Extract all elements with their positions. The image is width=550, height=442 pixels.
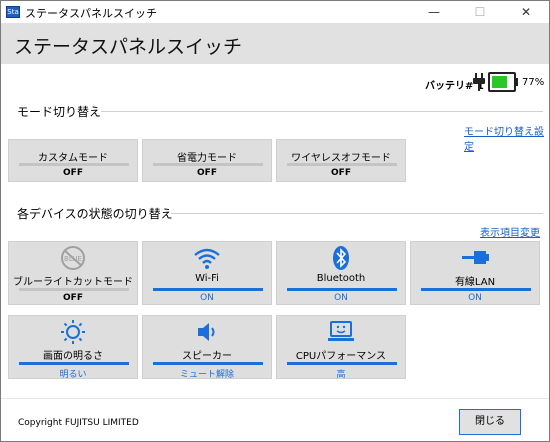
tile-state-bar [19, 288, 129, 291]
tile-state: ON [200, 293, 214, 303]
brightness-icon [61, 320, 85, 344]
battery-icon [488, 72, 516, 92]
tile-blue-light-cut[interactable]: BLUE ブルーライトカットモード OFF [8, 241, 138, 305]
bluetooth-icon [333, 246, 349, 270]
device-section-title: 各デバイスの状態の切り替え [17, 207, 173, 221]
title-bar[interactable]: Sta ステータスパネルスイッチ — ☐ ✕ [1, 1, 549, 23]
tile-label: 画面の明るさ [43, 351, 103, 362]
tile-bluetooth[interactable]: Bluetooth ON [276, 241, 406, 305]
tile-state-bar [19, 362, 129, 365]
tile-label: ブルーライトカットモード [13, 277, 133, 288]
mode-label: カスタムモード [38, 153, 108, 164]
page-title: ステータスパネルスイッチ [14, 36, 243, 58]
mode-button-custom[interactable]: カスタムモード OFF [8, 139, 138, 182]
ac-plug-icon [473, 73, 485, 91]
close-window-button[interactable]: ✕ [503, 1, 549, 23]
copyright-text: Copyright FUJITSU LIMITED [18, 418, 139, 428]
tile-label: Wi-Fi [195, 273, 219, 284]
tile-wifi[interactable]: Wi-Fi ON [142, 241, 272, 305]
mode-label: ワイヤレスオフモード [291, 153, 391, 164]
tile-label: スピーカー [182, 351, 232, 362]
app-icon: Sta [6, 6, 20, 18]
speaker-icon [198, 323, 215, 341]
mode-settings-link[interactable]: モード切り替え設定 [464, 123, 549, 153]
device-section-divider [171, 213, 543, 214]
tile-state: ON [468, 293, 482, 303]
tile-wired-lan[interactable]: 有線LAN ON [410, 241, 540, 305]
minimize-button[interactable]: — [411, 1, 457, 23]
app-window: Sta ステータスパネルスイッチ — ☐ ✕ ステータスパネルスイッチ バッテリ… [0, 0, 550, 442]
mode-section-title: モード切り替え [17, 105, 102, 119]
mode-state: OFF [63, 168, 83, 178]
blue-light-off-icon: BLUE [61, 246, 85, 270]
battery-percent: 77% [522, 77, 545, 88]
wired-lan-icon [462, 251, 489, 264]
tile-label: CPUパフォーマンス [295, 351, 387, 362]
close-button[interactable]: 閉じる [459, 409, 521, 435]
tile-state-bar [153, 288, 263, 291]
mode-state-bar [287, 163, 397, 166]
tile-label: 有線LAN [454, 277, 496, 288]
window-title: ステータスパネルスイッチ [25, 7, 157, 20]
wifi-icon [194, 248, 220, 269]
battery-level-fill [492, 76, 508, 88]
tile-state: ミュート解除 [179, 370, 234, 380]
tile-state-bar [287, 288, 397, 291]
cpu-performance-icon [328, 321, 354, 341]
tile-state-bar [153, 362, 263, 365]
battery-tip [515, 78, 518, 86]
tile-state-bar [287, 362, 397, 365]
tile-state: ON [334, 293, 348, 303]
tile-cpu-performance[interactable]: CPUパフォーマンス 高 [276, 315, 406, 380]
mode-button-wireless-off[interactable]: ワイヤレスオフモード OFF [276, 139, 406, 182]
tile-state: OFF [63, 293, 83, 303]
mode-state: OFF [197, 168, 217, 178]
tile-state: 高 [336, 370, 346, 380]
mode-section-divider [101, 111, 543, 112]
maximize-button[interactable]: ☐ [457, 1, 503, 23]
footer-divider [1, 398, 549, 399]
tile-screen-brightness[interactable]: 画面の明るさ 明るい [8, 315, 138, 380]
tile-speaker[interactable]: スピーカー ミュート解除 [142, 315, 272, 380]
mode-state-bar [19, 163, 129, 166]
header-band: ステータスパネルスイッチ [1, 23, 549, 64]
tile-label: Bluetooth [316, 273, 366, 284]
tile-state: 明るい [59, 370, 87, 380]
mode-label: 省電力モード [177, 153, 237, 164]
mode-state: OFF [331, 168, 351, 178]
mode-button-power-saving[interactable]: 省電力モード OFF [142, 139, 272, 182]
mode-state-bar [153, 163, 263, 166]
tile-state-bar [421, 288, 531, 291]
display-items-link[interactable]: 表示項目変更 [480, 224, 540, 239]
